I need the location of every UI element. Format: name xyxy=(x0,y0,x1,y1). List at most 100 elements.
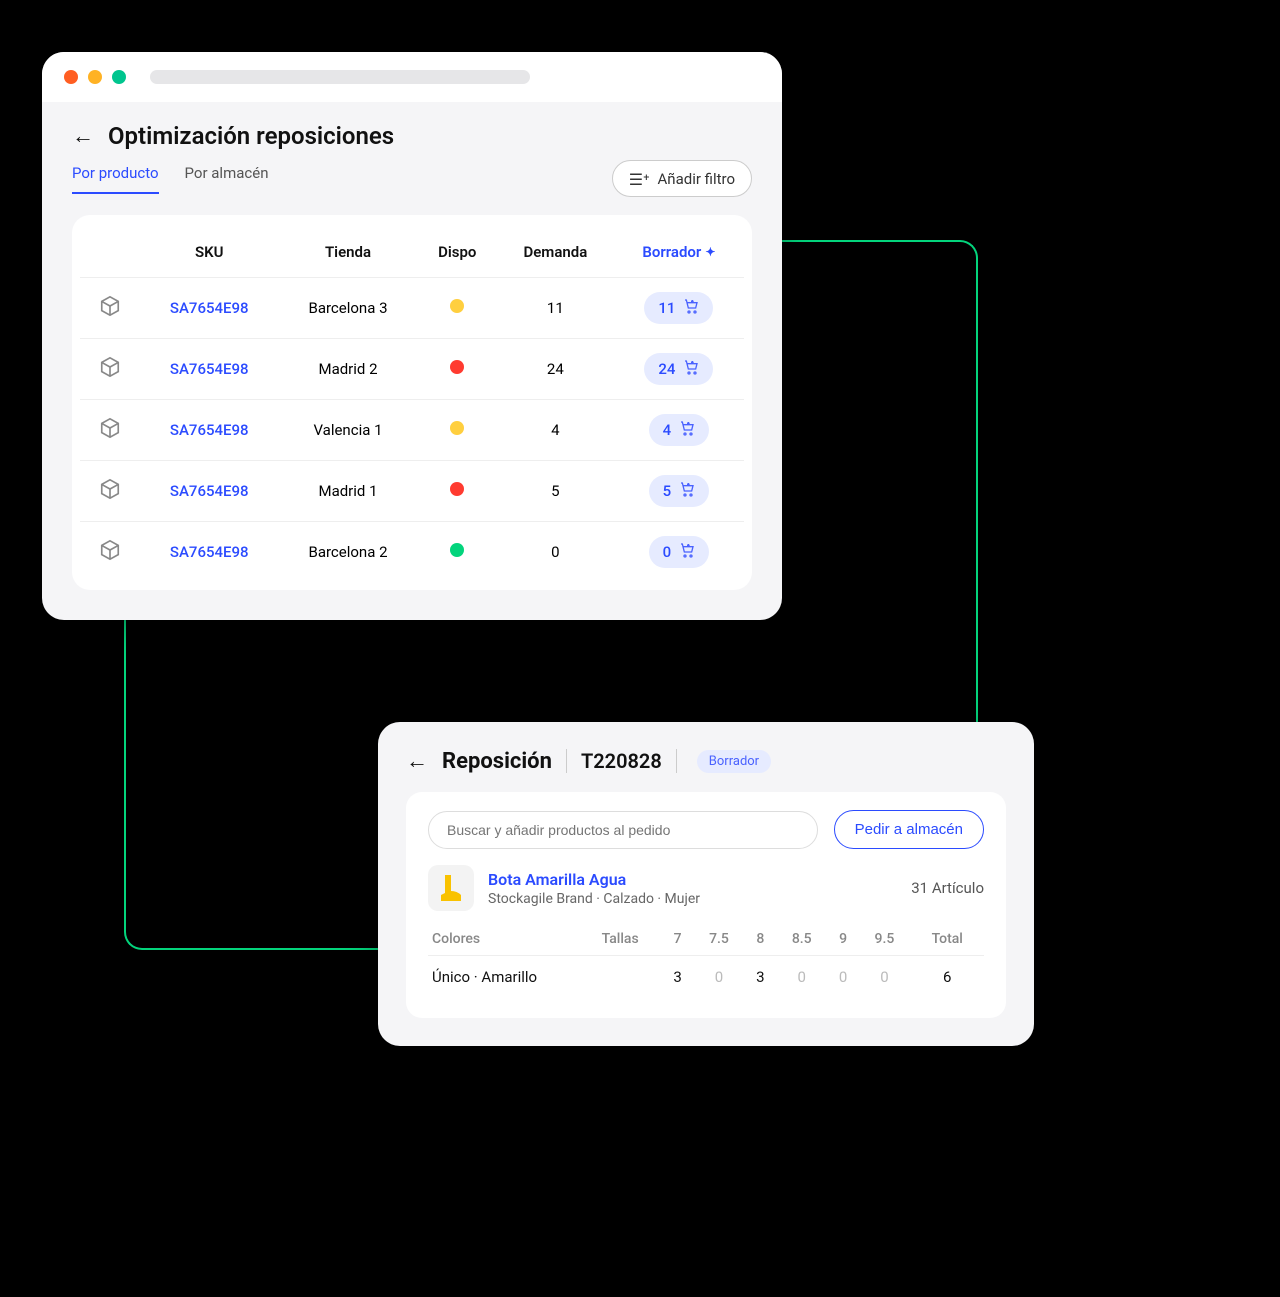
status-indicator xyxy=(450,299,464,313)
url-bar xyxy=(150,70,530,84)
package-icon xyxy=(99,542,121,566)
demand-cell: 4 xyxy=(497,400,614,461)
page-title: Optimización reposiciones xyxy=(108,122,394,150)
tab-by-product[interactable]: Por producto xyxy=(72,164,159,194)
col-85: 8.5 xyxy=(776,923,828,956)
col-7: 7 xyxy=(662,923,693,956)
qty-75: 0 xyxy=(693,956,745,999)
table-row: SA7654E98 Madrid 1 5 5 xyxy=(80,461,744,522)
status-indicator xyxy=(450,482,464,496)
package-icon xyxy=(99,420,121,444)
products-table: SKU Tienda Dispo Demanda Borrador✦ SA765… xyxy=(80,233,744,582)
demand-cell: 0 xyxy=(497,522,614,583)
divider xyxy=(676,749,677,773)
size-table: Colores Tallas 7 7.5 8 8.5 9 9.5 Total Ú… xyxy=(428,923,984,998)
draft-qty: 24 xyxy=(658,360,675,378)
boot-icon xyxy=(438,873,464,903)
divider xyxy=(566,749,567,773)
draft-qty: 0 xyxy=(663,543,672,561)
back-arrow-icon[interactable]: ← xyxy=(72,123,94,149)
col-95: 9.5 xyxy=(858,923,910,956)
window-close-dot[interactable] xyxy=(64,70,78,84)
product-thumbnail xyxy=(428,865,474,911)
products-table-card: SKU Tienda Dispo Demanda Borrador✦ SA765… xyxy=(72,215,752,590)
col-75: 7.5 xyxy=(693,923,745,956)
sku-link[interactable]: SA7654E98 xyxy=(170,543,249,561)
table-row: SA7654E98 Madrid 2 24 24 xyxy=(80,339,744,400)
variant-row: Único · Amarillo 3 0 3 0 0 0 6 xyxy=(428,956,984,999)
qty-9: 0 xyxy=(828,956,859,999)
qty-8: 3 xyxy=(745,956,776,999)
table-row: SA7654E98 Barcelona 3 11 11 xyxy=(80,278,744,339)
col-colors: Colores xyxy=(428,923,578,956)
draft-pill[interactable]: 0 xyxy=(649,536,710,568)
filter-icon: ☰⁺ xyxy=(629,170,650,189)
sku-link[interactable]: SA7654E98 xyxy=(170,299,249,317)
back-arrow-icon[interactable]: ← xyxy=(406,748,428,774)
variant-label: Único · Amarillo xyxy=(428,956,578,999)
col-dispo: Dispo xyxy=(418,233,497,278)
sku-link[interactable]: SA7654E98 xyxy=(170,421,249,439)
article-count: 31 Artículo xyxy=(911,879,984,897)
product-meta: Stockagile Brand · Calzado · Mujer xyxy=(488,891,700,907)
add-filter-button[interactable]: ☰⁺ Añadir filtro xyxy=(612,160,752,197)
status-indicator xyxy=(450,360,464,374)
draft-pill[interactable]: 11 xyxy=(644,292,713,324)
draft-pill[interactable]: 4 xyxy=(649,414,710,446)
cart-icon xyxy=(683,298,699,318)
col-demand: Demanda xyxy=(497,233,614,278)
store-cell: Madrid 2 xyxy=(278,339,417,400)
draft-qty: 5 xyxy=(663,482,672,500)
product-name[interactable]: Bota Amarilla Agua xyxy=(488,870,700,889)
detail-title: Reposición xyxy=(442,749,552,774)
sparkle-icon: ✦ xyxy=(705,245,715,259)
cart-icon xyxy=(679,420,695,440)
package-icon xyxy=(99,481,121,505)
status-indicator xyxy=(450,421,464,435)
qty-7: 3 xyxy=(662,956,693,999)
col-sizes: Tallas xyxy=(578,923,662,956)
search-input[interactable] xyxy=(428,811,818,849)
cart-icon xyxy=(679,481,695,501)
col-8: 8 xyxy=(745,923,776,956)
cart-icon xyxy=(679,542,695,562)
demand-cell: 11 xyxy=(497,278,614,339)
qty-total: 6 xyxy=(910,956,984,999)
qty-85: 0 xyxy=(776,956,828,999)
filter-label: Añadir filtro xyxy=(658,170,736,188)
store-cell: Valencia 1 xyxy=(278,400,417,461)
replenishment-detail-window: ← Reposición T220828 Borrador Pedir a al… xyxy=(378,722,1034,1046)
package-icon xyxy=(99,298,121,322)
store-cell: Barcelona 3 xyxy=(278,278,417,339)
package-icon xyxy=(99,359,121,383)
order-from-warehouse-button[interactable]: Pedir a almacén xyxy=(834,810,984,849)
status-badge: Borrador xyxy=(697,750,771,773)
col-draft: Borrador✦ xyxy=(614,233,744,278)
store-cell: Barcelona 2 xyxy=(278,522,417,583)
status-indicator xyxy=(450,543,464,557)
store-cell: Madrid 1 xyxy=(278,461,417,522)
demand-cell: 24 xyxy=(497,339,614,400)
window-title-bar xyxy=(42,52,782,102)
connector-line xyxy=(750,240,978,740)
draft-pill[interactable]: 5 xyxy=(649,475,710,507)
qty-95: 0 xyxy=(858,956,910,999)
sku-link[interactable]: SA7654E98 xyxy=(170,360,249,378)
tabs: Por producto Por almacén xyxy=(72,164,268,194)
draft-pill[interactable]: 24 xyxy=(644,353,713,385)
col-9: 9 xyxy=(828,923,859,956)
sku-link[interactable]: SA7654E98 xyxy=(170,482,249,500)
window-max-dot[interactable] xyxy=(112,70,126,84)
tab-by-warehouse[interactable]: Por almacén xyxy=(185,164,269,194)
table-row: SA7654E98 Valencia 1 4 4 xyxy=(80,400,744,461)
draft-qty: 11 xyxy=(658,299,675,317)
optimization-window: ← Optimización reposiciones Por producto… xyxy=(42,52,782,620)
cart-icon xyxy=(683,359,699,379)
demand-cell: 5 xyxy=(497,461,614,522)
table-row: SA7654E98 Barcelona 2 0 0 xyxy=(80,522,744,583)
window-min-dot[interactable] xyxy=(88,70,102,84)
order-id: T220828 xyxy=(581,749,662,773)
col-sku: SKU xyxy=(140,233,278,278)
col-store: Tienda xyxy=(278,233,417,278)
draft-qty: 4 xyxy=(663,421,672,439)
